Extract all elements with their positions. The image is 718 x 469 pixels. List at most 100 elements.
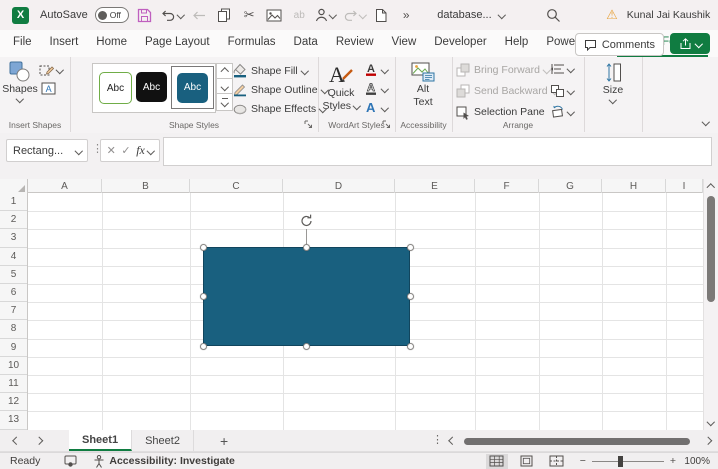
- shape-outline-button[interactable]: Shape Outline: [233, 81, 327, 98]
- group-objects-button[interactable]: [550, 84, 574, 98]
- scroll-up-icon[interactable]: [707, 184, 715, 192]
- insert-function-button[interactable]: fx: [136, 143, 153, 158]
- page-layout-view-button[interactable]: [516, 454, 538, 469]
- row-header-5[interactable]: 5: [0, 266, 27, 284]
- column-header-I[interactable]: I: [666, 179, 703, 193]
- user-name[interactable]: Kunal Jai Kaushik: [627, 9, 710, 21]
- shape-handle-e[interactable]: [407, 293, 414, 300]
- column-header-G[interactable]: G: [539, 179, 602, 193]
- tab-help[interactable]: Help: [496, 30, 538, 57]
- bring-forward-button[interactable]: Bring Forward: [456, 61, 549, 79]
- shape-handle-w[interactable]: [200, 293, 207, 300]
- copy-button[interactable]: [215, 3, 233, 27]
- row-header-8[interactable]: 8: [0, 320, 27, 338]
- shape-style-preview-3-selected[interactable]: Abc: [171, 66, 214, 109]
- tab-review[interactable]: Review: [327, 30, 383, 57]
- send-backward-button[interactable]: Send Backward: [456, 82, 557, 100]
- vertical-scrollbar-thumb[interactable]: [707, 196, 715, 302]
- cut-button[interactable]: ✂: [240, 3, 258, 27]
- sheet-bar-options-icon[interactable]: ⋮: [432, 433, 443, 446]
- row-header-7[interactable]: 7: [0, 302, 27, 320]
- accessibility-status[interactable]: Accessibility: Investigate: [109, 455, 234, 467]
- zoom-in-button[interactable]: +: [670, 455, 676, 467]
- tab-page-layout[interactable]: Page Layout: [136, 30, 219, 57]
- save-button[interactable]: [136, 3, 154, 27]
- sheet-tab-sheet2[interactable]: Sheet2: [132, 430, 194, 451]
- column-header-E[interactable]: E: [395, 179, 475, 193]
- undo-button[interactable]: [161, 3, 184, 27]
- size-button[interactable]: Size: [595, 62, 631, 103]
- accessibility-checker-button[interactable]: [93, 455, 105, 468]
- zoom-slider[interactable]: [592, 461, 664, 462]
- alt-text-button[interactable]: Alt Text: [403, 62, 443, 108]
- rotate-objects-button[interactable]: [550, 105, 574, 118]
- shape-handle-sw[interactable]: [200, 343, 207, 350]
- cancel-icon[interactable]: ✕: [107, 144, 116, 157]
- rotate-handle[interactable]: [299, 213, 314, 228]
- shape-style-preview-2[interactable]: Abc: [136, 72, 167, 102]
- selection-pane-button[interactable]: Selection Pane: [456, 103, 545, 121]
- redo-button[interactable]: [343, 3, 366, 27]
- row-header-1[interactable]: 1: [0, 193, 27, 211]
- text-outline-button[interactable]: A: [364, 81, 388, 96]
- row-header-4[interactable]: 4: [0, 248, 27, 266]
- tab-file[interactable]: File: [4, 30, 41, 57]
- share-button[interactable]: [670, 33, 710, 54]
- row-header-9[interactable]: 9: [0, 339, 27, 357]
- row-header-11[interactable]: 11: [0, 375, 27, 393]
- row-header-6[interactable]: 6: [0, 284, 27, 302]
- column-header-D[interactable]: D: [283, 179, 395, 193]
- tab-formulas[interactable]: Formulas: [219, 30, 285, 57]
- warning-icon[interactable]: ⚠: [606, 7, 618, 23]
- tab-home[interactable]: Home: [87, 30, 136, 57]
- comments-button[interactable]: Comments: [575, 33, 664, 56]
- column-header-C[interactable]: C: [190, 179, 283, 193]
- shape-handle-ne[interactable]: [407, 244, 414, 251]
- enter-icon[interactable]: ✓: [121, 144, 130, 157]
- shape-style-preview-1[interactable]: Abc: [99, 72, 132, 104]
- text-fill-button[interactable]: A: [364, 62, 388, 77]
- selected-shape[interactable]: [203, 247, 410, 346]
- quick-styles-button[interactable]: A Quick Styles: [320, 61, 362, 112]
- row-header-13[interactable]: 13: [0, 411, 27, 429]
- text-effects-button[interactable]: A: [364, 100, 388, 115]
- text-box-button[interactable]: A: [41, 82, 56, 95]
- column-header-A[interactable]: A: [28, 179, 102, 193]
- scroll-right-icon[interactable]: [703, 437, 711, 445]
- column-header-B[interactable]: B: [102, 179, 190, 193]
- excel-app-icon[interactable]: X: [12, 7, 29, 24]
- row-header-3[interactable]: 3: [0, 229, 27, 247]
- edit-shape-button[interactable]: [39, 63, 63, 77]
- replace-button[interactable]: ab: [290, 3, 308, 27]
- align-button[interactable]: [550, 63, 574, 75]
- zoom-slider-thumb[interactable]: [618, 456, 623, 467]
- shape-handle-s[interactable]: [303, 343, 310, 350]
- previous-sheet-icon[interactable]: [13, 437, 21, 445]
- collapse-ribbon-icon[interactable]: [701, 117, 709, 125]
- select-all-button[interactable]: [0, 179, 28, 193]
- shape-fill-button[interactable]: Shape Fill: [233, 62, 307, 79]
- tab-data[interactable]: Data: [285, 30, 327, 57]
- scroll-left-icon[interactable]: [449, 437, 457, 445]
- row-header-12[interactable]: 12: [0, 393, 27, 411]
- column-header-H[interactable]: H: [602, 179, 666, 193]
- next-sheet-icon[interactable]: [34, 437, 42, 445]
- shapes-button[interactable]: Shapes: [3, 61, 37, 102]
- zoom-level[interactable]: 100%: [682, 456, 710, 467]
- tab-view[interactable]: View: [383, 30, 426, 57]
- search-button[interactable]: [544, 3, 562, 27]
- add-sheet-button[interactable]: +: [220, 430, 228, 451]
- tab-developer[interactable]: Developer: [425, 30, 495, 57]
- horizontal-scrollbar-thumb[interactable]: [464, 438, 690, 445]
- spreadsheet-grid[interactable]: ABCDEFGHI 12345678910111213: [0, 179, 703, 430]
- row-header-10[interactable]: 10: [0, 357, 27, 375]
- zoom-out-button[interactable]: −: [580, 455, 586, 467]
- shape-effects-button[interactable]: Shape Effects: [233, 100, 326, 117]
- shape-handle-n[interactable]: [303, 244, 310, 251]
- scroll-down-icon[interactable]: [707, 417, 715, 425]
- gallery-more-button[interactable]: [216, 93, 233, 111]
- autosave-toggle[interactable]: Off: [95, 7, 129, 23]
- shape-handle-se[interactable]: [407, 343, 414, 350]
- person-button[interactable]: [315, 3, 336, 27]
- tab-insert[interactable]: Insert: [41, 30, 88, 57]
